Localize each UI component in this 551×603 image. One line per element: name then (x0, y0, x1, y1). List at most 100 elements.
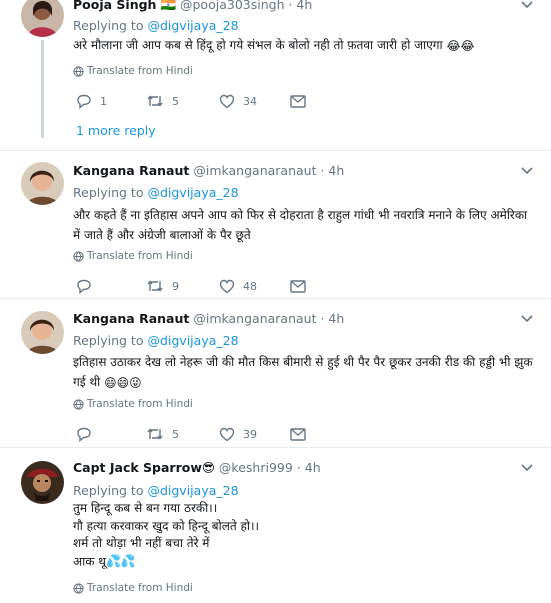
translate-label: Translate from Hindi (87, 250, 193, 262)
author-handle[interactable]: @imkanganaranaut (193, 311, 316, 326)
like-button[interactable]: 48 (219, 277, 257, 295)
tweet-pooja: Pooja Singh 🇮🇳 @pooja303singh · 4h Reply… (0, 0, 551, 150)
globe-icon (73, 398, 84, 410)
timestamp[interactable]: · 4h (297, 460, 321, 475)
like-count: 34 (243, 94, 257, 108)
retweet-icon (147, 280, 163, 292)
tweet-kangana-2: Kangana Ranaut @imkanganaranaut · 4h Rep… (0, 299, 551, 447)
avatar[interactable] (21, 0, 64, 37)
retweet-icon (147, 428, 163, 440)
heart-icon (219, 279, 235, 293)
direct-message-button[interactable] (290, 425, 306, 443)
reply-count: 1 (100, 94, 107, 108)
replying-to: Replying to @digvijaya_28 (73, 18, 239, 33)
replying-to-label: Replying to (73, 333, 144, 348)
heart-icon (219, 427, 235, 441)
chevron-down-icon[interactable] (521, 315, 533, 323)
tweet-text: और कहते हैं ना इतिहास अपने आप को फिर से … (73, 208, 528, 242)
translate-button[interactable]: Translate from Hindi (73, 250, 193, 262)
author-name[interactable]: Kangana Ranaut (73, 163, 189, 178)
chevron-down-icon[interactable] (521, 464, 533, 472)
translate-label: Translate from Hindi (87, 582, 193, 594)
author-handle[interactable]: @pooja303singh (180, 0, 285, 12)
thread-line (41, 40, 44, 138)
reply-target-link[interactable]: @digvijaya_28 (147, 185, 238, 200)
reply-icon (77, 279, 91, 294)
sweat-droplets-emoji-icon: 💦💦 (105, 553, 136, 568)
chevron-down-icon[interactable] (521, 1, 533, 9)
retweet-icon (147, 95, 163, 107)
tweet-emoji: 😄😄😜 (104, 375, 142, 390)
message-icon (290, 427, 306, 441)
retweet-button[interactable]: 9 (146, 277, 179, 295)
like-button[interactable]: 39 (219, 425, 257, 443)
tweet-header: Pooja Singh 🇮🇳 @pooja303singh · 4h (73, 0, 312, 13)
like-count: 48 (243, 279, 257, 293)
retweet-count: 5 (172, 94, 179, 108)
heart-icon (219, 94, 235, 108)
author-handle[interactable]: @keshri999 (219, 460, 293, 475)
retweet-button[interactable]: 5 (146, 425, 179, 443)
message-icon (290, 279, 306, 293)
like-button[interactable]: 34 (219, 92, 257, 110)
reply-icon (77, 94, 91, 109)
message-icon (290, 94, 306, 108)
reply-target-link[interactable]: @digvijaya_28 (147, 333, 238, 348)
timestamp[interactable]: · 4h (320, 311, 344, 326)
tweet-body: अरे मौलाना जी आप कब से हिंदू हो गये संभल… (73, 38, 443, 52)
retweet-button[interactable]: 5 (146, 92, 179, 110)
avatar[interactable] (21, 461, 64, 504)
tweet-text: इतिहास उठाकर देख लो नेहरू जी की मौत किस … (73, 352, 533, 393)
tweet-text: तुम हिन्दू कब से बन गया ठरकी।। गौ हत्या … (73, 500, 533, 570)
india-flag-icon: 🇮🇳 (160, 0, 177, 12)
tweet-line: शर्म तो थोड़ा भी नहीं बचा तेरे में (73, 536, 210, 550)
tweet-header: Kangana Ranaut @imkanganaranaut · 4h (73, 163, 344, 179)
retweet-count: 5 (172, 427, 179, 441)
replying-to-label: Replying to (73, 483, 144, 498)
chevron-down-icon[interactable] (521, 167, 533, 175)
reply-button[interactable]: 1 (76, 92, 107, 110)
sunglasses-emoji-icon: 😎 (201, 460, 215, 475)
author-name[interactable]: Kangana Ranaut (73, 311, 189, 326)
author-name[interactable]: Capt Jack Sparrow (73, 460, 202, 475)
direct-message-button[interactable] (290, 92, 306, 110)
tweet-line: गौ हत्या करवाकर खुद को हिन्दू बोलते हो।। (73, 518, 260, 533)
more-replies-link[interactable]: 1 more reply (76, 123, 156, 138)
timestamp[interactable]: · 4h (288, 0, 312, 12)
retweet-count: 9 (172, 279, 179, 293)
tweet-jack-sparrow: Capt Jack Sparrow😎 @keshri999 · 4h Reply… (0, 448, 551, 603)
tweet-text: अरे मौलाना जी आप कब से हिंदू हो गये संभल… (73, 35, 533, 56)
reply-target-link[interactable]: @digvijaya_28 (147, 18, 238, 33)
translate-label: Translate from Hindi (87, 398, 193, 410)
tweet-header: Kangana Ranaut @imkanganaranaut · 4h (73, 311, 344, 327)
avatar[interactable] (21, 311, 64, 354)
author-name[interactable]: Pooja Singh (73, 0, 156, 12)
replying-to-label: Replying to (73, 18, 144, 33)
reply-target-link[interactable]: @digvijaya_28 (147, 483, 238, 498)
replying-to: Replying to @digvijaya_28 (73, 483, 239, 498)
tweet-emoji: 😂😂 (446, 38, 475, 53)
globe-icon (73, 250, 84, 262)
timestamp[interactable]: · 4h (320, 163, 344, 178)
replying-to: Replying to @digvijaya_28 (73, 333, 239, 348)
tweet-line: तुम हिन्दू कब से बन गया ठरकी।। (73, 501, 218, 515)
reply-icon (77, 427, 91, 442)
tweet-line: आक थू (73, 553, 106, 568)
globe-icon (73, 65, 84, 77)
globe-icon (73, 582, 84, 594)
author-handle[interactable]: @imkanganaranaut (193, 163, 316, 178)
translate-label: Translate from Hindi (87, 65, 193, 77)
direct-message-button[interactable] (290, 277, 306, 295)
reply-button[interactable] (76, 277, 100, 295)
translate-button[interactable]: Translate from Hindi (73, 65, 193, 77)
tweet-body: इतिहास उठाकर देख लो नेहरू जी की मौत किस … (73, 355, 533, 389)
reply-button[interactable] (76, 425, 100, 443)
replying-to-label: Replying to (73, 185, 144, 200)
replying-to: Replying to @digvijaya_28 (73, 185, 239, 200)
translate-button[interactable]: Translate from Hindi (73, 582, 193, 594)
like-count: 39 (243, 427, 257, 441)
avatar[interactable] (21, 162, 64, 205)
tweet-header: Capt Jack Sparrow😎 @keshri999 · 4h (73, 460, 321, 476)
translate-button[interactable]: Translate from Hindi (73, 398, 193, 410)
tweet-kangana-1: Kangana Ranaut @imkanganaranaut · 4h Rep… (0, 151, 551, 298)
